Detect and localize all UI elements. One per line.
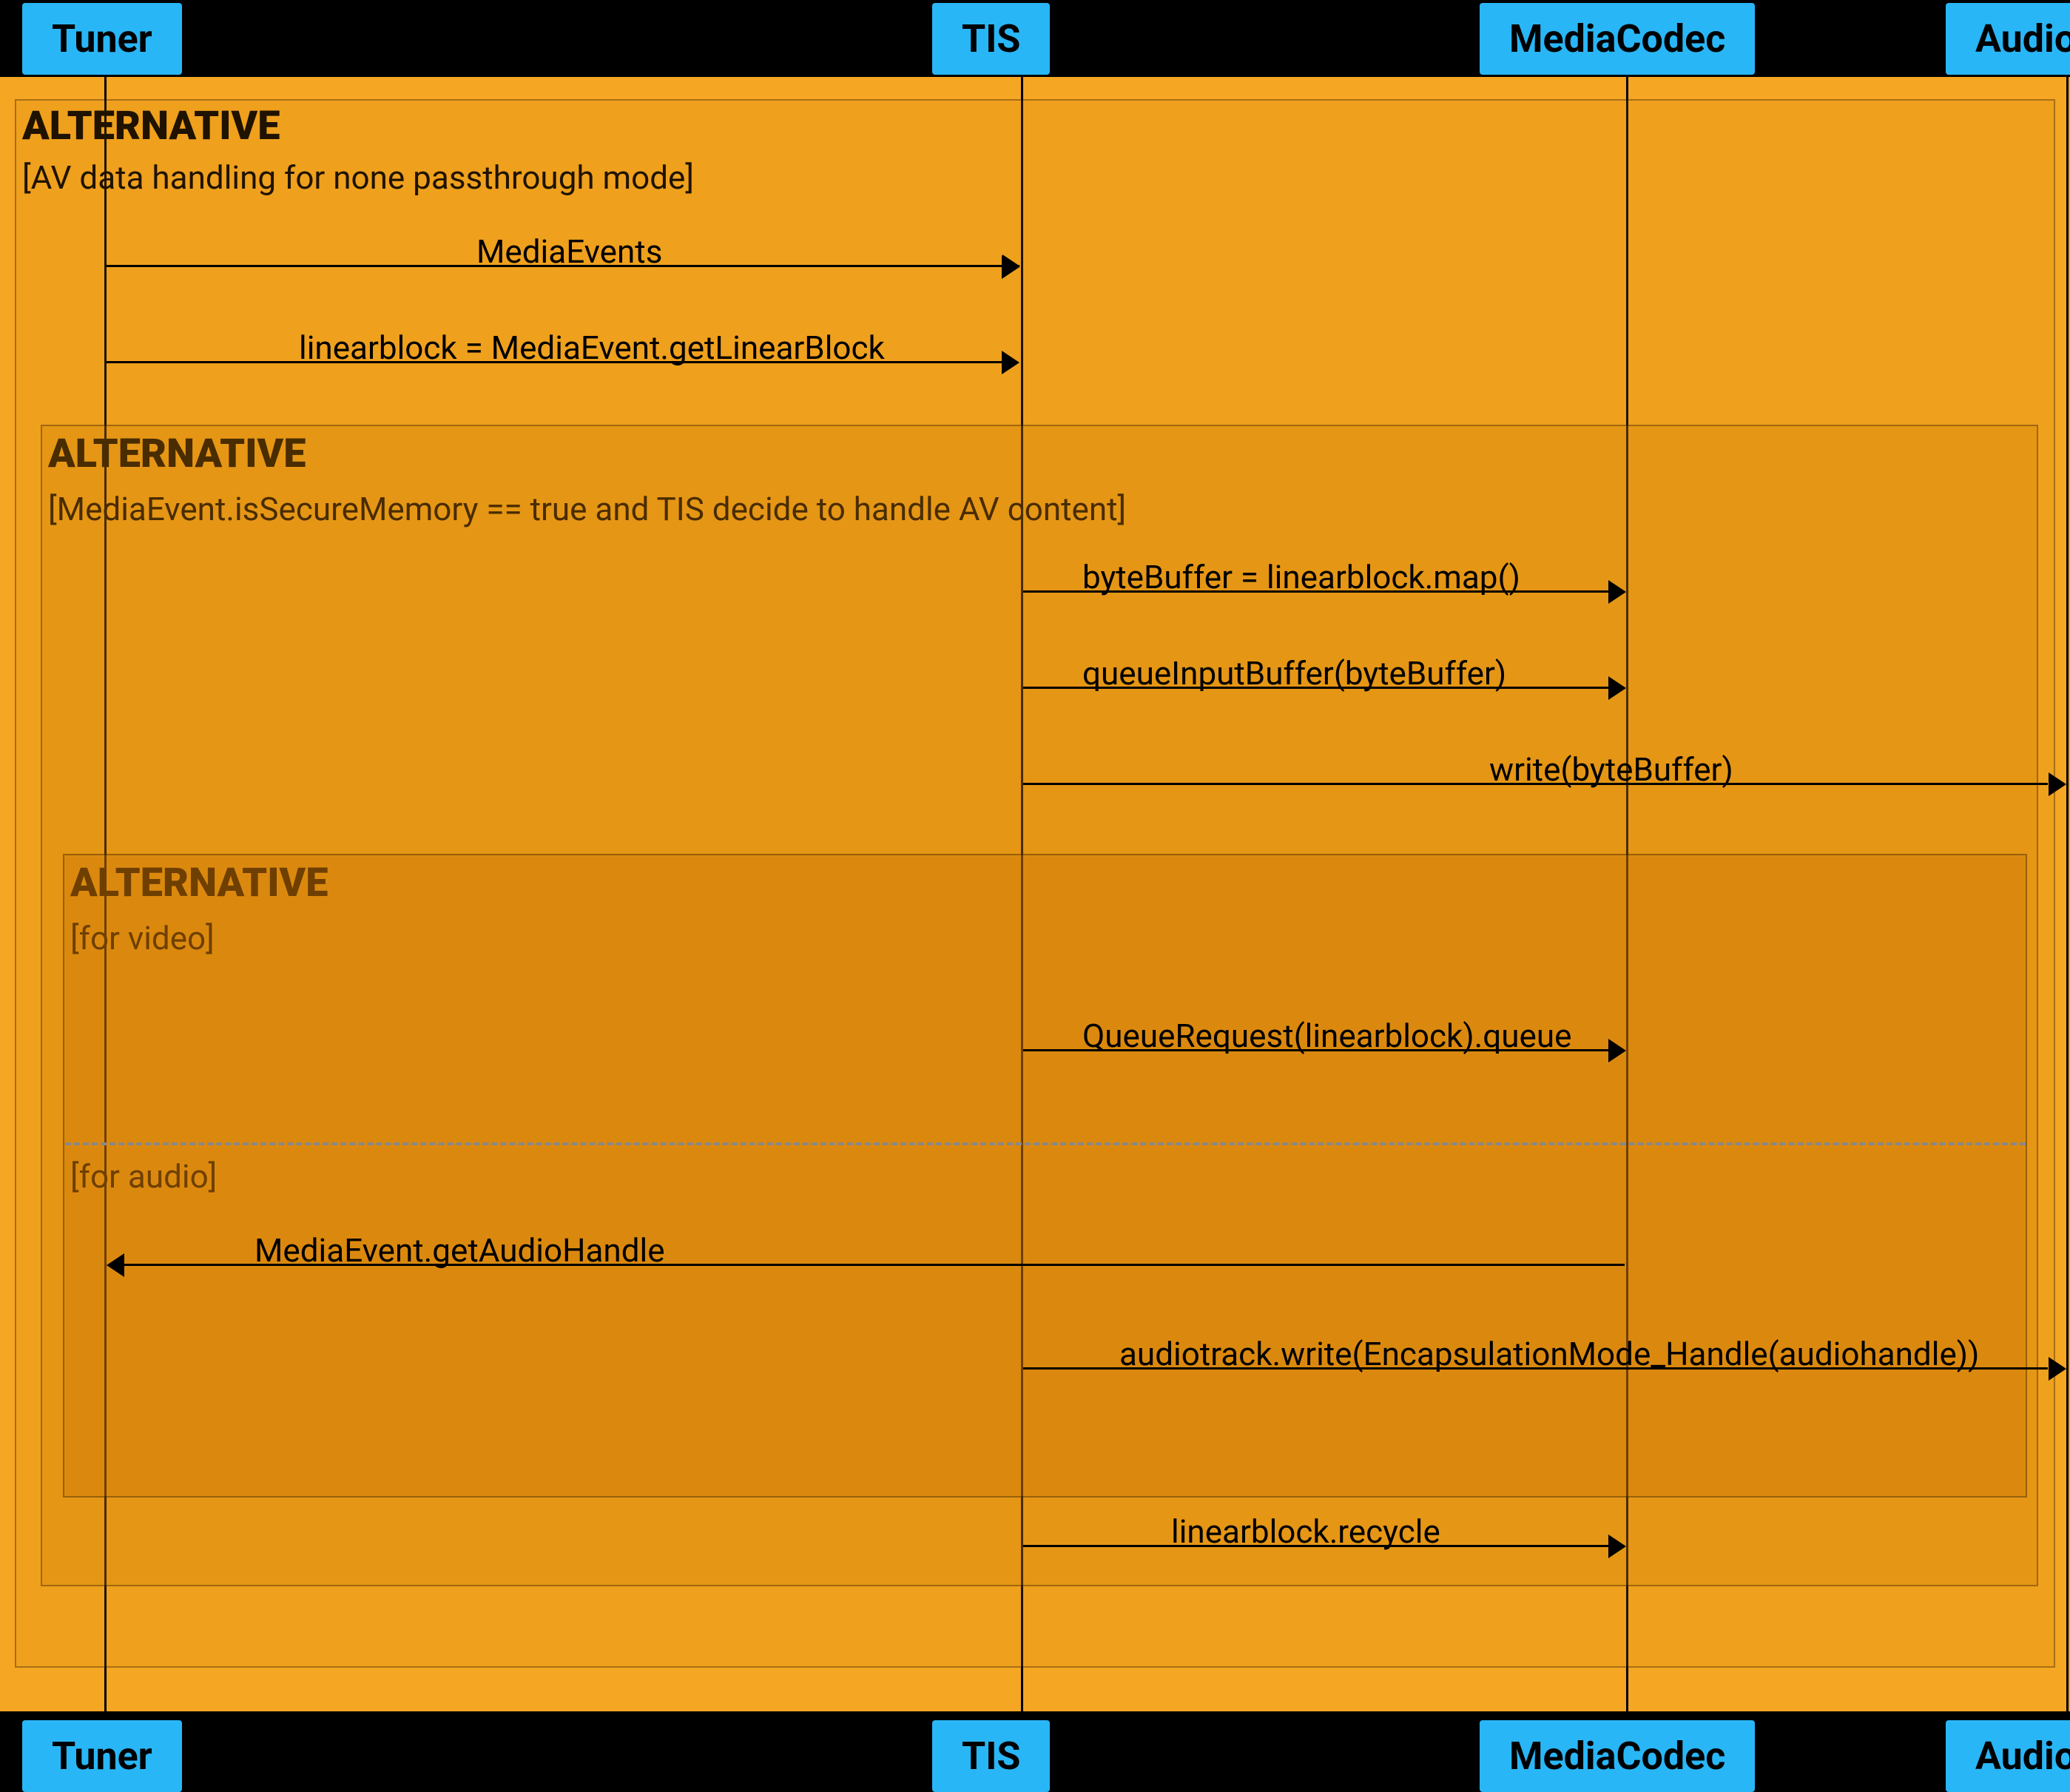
message-bytebuffer-map: byteBuffer = linearblock.map() <box>1023 573 1626 610</box>
actor-audiotrack-top: AudioTrack <box>1946 3 2070 75</box>
message-audiotrack-write-label: audiotrack.write(EncapsulationMode_Handl… <box>1119 1335 1979 1373</box>
message-queuerequest-label: QueueRequest(linearblock).queue <box>1082 1017 1571 1055</box>
actors-bottom-bar: Tuner TIS MediaCodec AudioTrack <box>0 1711 2070 1788</box>
lifeline-audiotrack <box>2066 77 2069 1711</box>
diagram-main: ALTERNATIVE [AV data handling for none p… <box>0 77 2070 1711</box>
message-queueinputbuffer: queueInputBuffer(byteBuffer) <box>1023 669 1626 706</box>
sequence-diagram: Tuner TIS MediaCodec AudioTrack ALTERNAT… <box>0 0 2070 1788</box>
message-bytebuffer-map-label: byteBuffer = linearblock.map() <box>1082 558 1520 596</box>
actor-tis-top: TIS <box>932 3 1050 75</box>
inner-alt2-frame <box>63 854 2027 1498</box>
actor-tuner-top: Tuner <box>22 3 182 75</box>
actor-tis-bottom: TIS <box>932 1720 1050 1792</box>
message-write-bytebuffer-label: write(byteBuffer) <box>1489 750 1733 789</box>
message-getlinearblock: linearblock = MediaEvent.getLinearBlock <box>107 343 1019 380</box>
message-queuerequest: QueueRequest(linearblock).queue <box>1023 1031 1626 1068</box>
message-getaudiohandle: MediaEvent.getAudioHandle <box>107 1246 1627 1283</box>
actors-top-bar: Tuner TIS MediaCodec AudioTrack <box>0 0 2070 77</box>
message-write-bytebuffer: write(byteBuffer) <box>1023 765 2066 802</box>
actor-tuner-bottom: Tuner <box>22 1720 182 1792</box>
dashed-divider <box>65 1142 2026 1145</box>
actor-mediacodec-bottom: MediaCodec <box>1480 1720 1755 1792</box>
message-linearblock-recycle: linearblock.recycle <box>1023 1527 1626 1564</box>
actor-mediacodec-top: MediaCodec <box>1480 3 1755 75</box>
message-queueinputbuffer-label: queueInputBuffer(byteBuffer) <box>1082 654 1506 693</box>
message-getlinearblock-label: linearblock = MediaEvent.getLinearBlock <box>299 329 885 367</box>
message-linearblock-recycle-label: linearblock.recycle <box>1171 1512 1440 1551</box>
message-mediaevents-label: MediaEvents <box>476 232 662 271</box>
message-audiotrack-write: audiotrack.write(EncapsulationMode_Handl… <box>1023 1350 2066 1387</box>
message-mediaevents: MediaEvents <box>107 247 1019 284</box>
message-getaudiohandle-label: MediaEvent.getAudioHandle <box>254 1231 665 1270</box>
actor-audiotrack-bottom: AudioTrack <box>1946 1720 2070 1792</box>
